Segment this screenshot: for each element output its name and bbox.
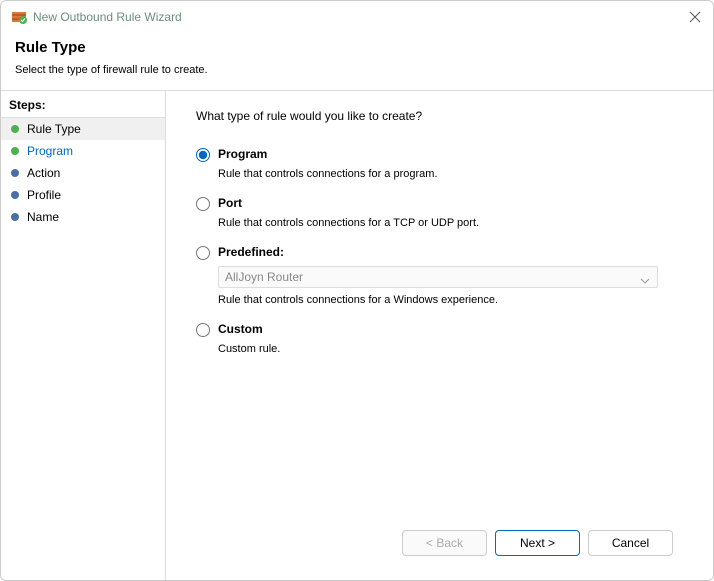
radio-label: Custom xyxy=(218,322,263,336)
radio-desc: Custom rule. xyxy=(218,343,689,355)
step-bullet-icon xyxy=(11,213,19,221)
option-program: Program xyxy=(196,147,689,162)
step-name[interactable]: Name xyxy=(1,206,165,228)
page-title: Rule Type xyxy=(15,39,699,56)
option-predefined: Predefined: xyxy=(196,245,689,260)
step-bullet-icon xyxy=(11,169,19,177)
step-bullet-icon xyxy=(11,191,19,199)
step-profile[interactable]: Profile xyxy=(1,184,165,206)
step-bullet-icon xyxy=(11,125,19,133)
radio-desc: Rule that controls connections for a Win… xyxy=(218,294,689,306)
step-label: Name xyxy=(27,210,59,224)
step-label: Action xyxy=(27,166,60,180)
next-button[interactable]: Next > xyxy=(495,530,580,556)
back-button[interactable]: < Back xyxy=(402,530,487,556)
step-bullet-icon xyxy=(11,147,19,155)
option-custom: Custom xyxy=(196,322,689,337)
rule-type-options: Program Rule that controls connections f… xyxy=(196,147,689,520)
radio-program[interactable] xyxy=(196,148,210,162)
step-action[interactable]: Action xyxy=(1,162,165,184)
step-rule-type[interactable]: Rule Type xyxy=(1,118,165,140)
window-title: New Outbound Rule Wizard xyxy=(33,10,687,24)
wizard-window: New Outbound Rule Wizard Rule Type Selec… xyxy=(0,0,714,581)
page-subtitle: Select the type of firewall rule to crea… xyxy=(15,64,699,76)
step-label: Program xyxy=(27,144,73,158)
close-button[interactable] xyxy=(687,9,703,25)
wizard-body: Steps: Rule Type Program Action Profile … xyxy=(1,90,713,580)
radio-desc: Rule that controls connections for a TCP… xyxy=(218,217,689,229)
wizard-footer: < Back Next > Cancel xyxy=(196,520,689,570)
radio-port[interactable] xyxy=(196,197,210,211)
steps-sidebar: Steps: Rule Type Program Action Profile … xyxy=(1,91,166,580)
predefined-select[interactable] xyxy=(218,266,658,288)
step-program[interactable]: Program xyxy=(1,140,165,162)
main-panel: What type of rule would you like to crea… xyxy=(166,91,713,580)
step-label: Rule Type xyxy=(27,122,81,136)
predefined-select-wrap xyxy=(196,266,658,294)
firewall-icon xyxy=(11,9,27,25)
cancel-button[interactable]: Cancel xyxy=(588,530,673,556)
titlebar: New Outbound Rule Wizard xyxy=(1,1,713,31)
option-port: Port xyxy=(196,196,689,211)
steps-heading: Steps: xyxy=(1,95,165,118)
radio-label: Predefined: xyxy=(218,245,284,259)
close-icon xyxy=(689,11,701,23)
prompt-text: What type of rule would you like to crea… xyxy=(196,109,689,123)
wizard-header: Rule Type Select the type of firewall ru… xyxy=(1,31,713,90)
radio-custom[interactable] xyxy=(196,323,210,337)
radio-label: Port xyxy=(218,196,242,210)
radio-desc: Rule that controls connections for a pro… xyxy=(218,168,689,180)
radio-label: Program xyxy=(218,147,267,161)
radio-predefined[interactable] xyxy=(196,246,210,260)
step-label: Profile xyxy=(27,188,61,202)
